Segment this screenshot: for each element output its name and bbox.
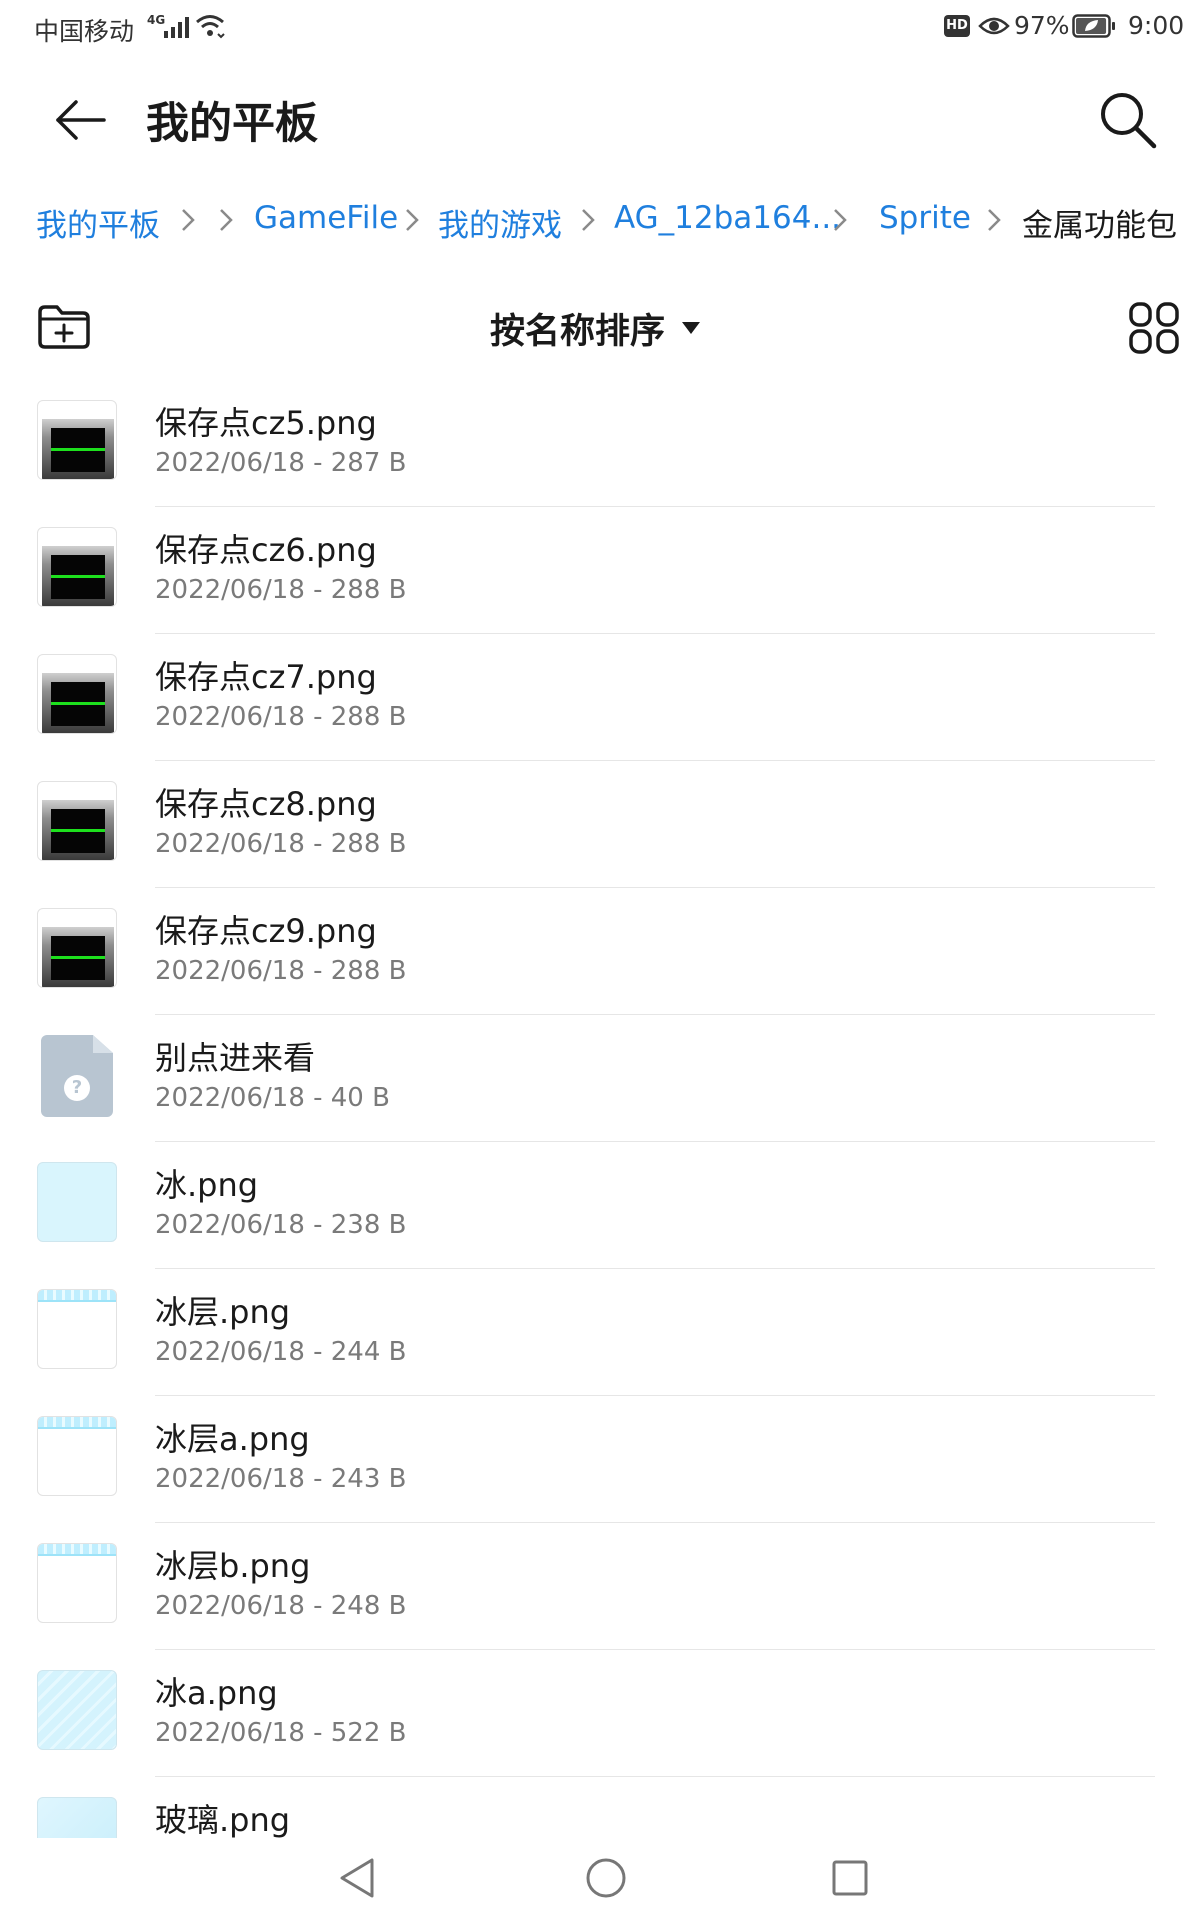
file-row[interactable]: 保存点cz9.png 2022/06/18 - 288 B — [0, 888, 1200, 1015]
hd-badge: HD — [944, 15, 970, 37]
file-row[interactable]: 冰.png 2022/06/18 - 238 B — [0, 1142, 1200, 1269]
signal-icon — [164, 17, 189, 38]
ice-layer-thumbnail — [37, 1416, 117, 1496]
search-icon[interactable] — [1094, 86, 1162, 154]
file-name: 保存点cz9.png — [155, 912, 377, 950]
save-point-thumbnail — [37, 400, 117, 480]
file-row[interactable]: ? 别点进来看 2022/06/18 - 40 B — [0, 1015, 1200, 1142]
file-name: 保存点cz6.png — [155, 531, 377, 569]
chevron-right-icon — [406, 209, 419, 231]
square-recents-icon[interactable] — [830, 1858, 870, 1898]
file-row[interactable]: 保存点cz6.png 2022/06/18 - 288 B — [0, 507, 1200, 634]
glass-thumbnail — [37, 1797, 117, 1838]
breadcrumb-item-gamefile[interactable]: GameFile — [254, 200, 398, 236]
sort-dropdown[interactable]: 按名称排序 — [490, 300, 701, 356]
file-meta: 2022/06/18 - 288 B — [155, 575, 407, 605]
file-list[interactable]: 保存点cz5.png 2022/06/18 - 287 B 保存点cz6.png 20… — [0, 380, 1200, 1838]
carrier-name: 中国移动 — [34, 17, 135, 46]
breadcrumb: 我的平板 GameFile 我的游戏 AG_12ba164... Sprite … — [36, 198, 1177, 248]
save-point-thumbnail — [37, 908, 117, 988]
file-meta: 2022/06/18 - 288 B — [155, 956, 407, 986]
file-meta: 2022/06/18 - 248 B — [155, 1591, 407, 1621]
eye-comfort-icon — [978, 17, 1010, 35]
file-meta: 2022/06/18 - 243 B — [155, 1464, 407, 1494]
file-name: 玻璃.png — [155, 1801, 291, 1838]
breadcrumb-item-current: 金属功能包 — [1022, 208, 1177, 244]
ice-layer-thumbnail — [37, 1289, 117, 1369]
breadcrumb-item-ag-folder[interactable]: AG_12ba164... — [614, 200, 841, 236]
file-meta: 2022/06/18 - 287 B — [155, 448, 407, 478]
clock: 9:00 — [1128, 11, 1185, 40]
file-meta: 2022/06/18 - 288 B — [155, 702, 407, 732]
file-name: 冰层.png — [155, 1293, 291, 1331]
file-row[interactable]: 保存点cz8.png 2022/06/18 - 288 B — [0, 761, 1200, 888]
file-meta: 2022/06/18 - 522 B — [155, 1718, 407, 1748]
file-name: 冰a.png — [155, 1674, 278, 1712]
file-meta: 2022/06/18 - 244 B — [155, 1337, 407, 1367]
ice-layer-thumbnail — [37, 1543, 117, 1623]
file-row[interactable]: 冰层.png 2022/06/18 - 244 B — [0, 1269, 1200, 1396]
sort-label: 按名称排序 — [490, 311, 666, 352]
save-point-thumbnail — [37, 527, 117, 607]
page-title: 我的平板 — [146, 99, 318, 149]
battery-saver-icon — [1072, 14, 1115, 38]
file-name: 冰层b.png — [155, 1547, 311, 1585]
back-arrow-icon[interactable] — [48, 88, 112, 152]
battery-percent: 97% — [1014, 11, 1070, 40]
file-meta: 2022/06/18 - 40 B — [155, 1083, 390, 1113]
file-name: 冰层a.png — [155, 1420, 310, 1458]
status-bar: 中国移动 4G HD 97% 9:00 — [0, 0, 1200, 56]
ice-a-thumbnail — [37, 1670, 117, 1750]
file-name: 别点进来看 — [155, 1039, 316, 1077]
save-point-thumbnail — [37, 781, 117, 861]
file-row[interactable]: 保存点cz5.png 2022/06/18 - 287 B — [0, 380, 1200, 507]
chevron-right-icon — [988, 209, 1001, 231]
wifi-icon — [196, 15, 225, 39]
grid-view-icon[interactable] — [1128, 300, 1180, 356]
triangle-back-icon[interactable] — [338, 1856, 378, 1900]
file-name: 冰.png — [155, 1166, 259, 1204]
chevron-right-icon — [220, 209, 233, 231]
file-name: 保存点cz5.png — [155, 404, 377, 442]
breadcrumb-item-sprite[interactable]: Sprite — [879, 200, 971, 236]
unknown-file-icon: ? — [37, 1035, 117, 1117]
file-row[interactable]: 冰层a.png 2022/06/18 - 243 B — [0, 1396, 1200, 1523]
breadcrumb-item-my-games[interactable]: 我的游戏 — [438, 200, 562, 245]
file-meta: 2022/06/18 - 288 B — [155, 829, 407, 859]
file-row[interactable]: 玻璃.png2022/06/18 - 207 B — [0, 1777, 1200, 1838]
file-meta: 2022/06/18 - 238 B — [155, 1210, 407, 1240]
file-row[interactable]: 保存点cz7.png 2022/06/18 - 288 B — [0, 634, 1200, 761]
file-name: 保存点cz8.png — [155, 785, 377, 823]
system-nav-bar — [0, 1838, 1200, 1920]
new-folder-icon[interactable] — [36, 302, 92, 352]
save-point-thumbnail — [37, 654, 117, 734]
file-row[interactable]: 冰层b.png 2022/06/18 - 248 B — [0, 1523, 1200, 1650]
file-name: 保存点cz7.png — [155, 658, 377, 696]
file-row[interactable]: 冰a.png 2022/06/18 - 522 B — [0, 1650, 1200, 1777]
breadcrumb-item-my-tablet[interactable]: 我的平板 — [36, 200, 160, 245]
chevron-right-icon — [582, 209, 595, 231]
chevron-right-icon — [182, 209, 195, 231]
circle-home-icon[interactable] — [584, 1856, 628, 1900]
caret-down-icon — [682, 322, 701, 334]
chevron-right-icon — [834, 209, 847, 231]
ice-thumbnail — [37, 1162, 117, 1242]
